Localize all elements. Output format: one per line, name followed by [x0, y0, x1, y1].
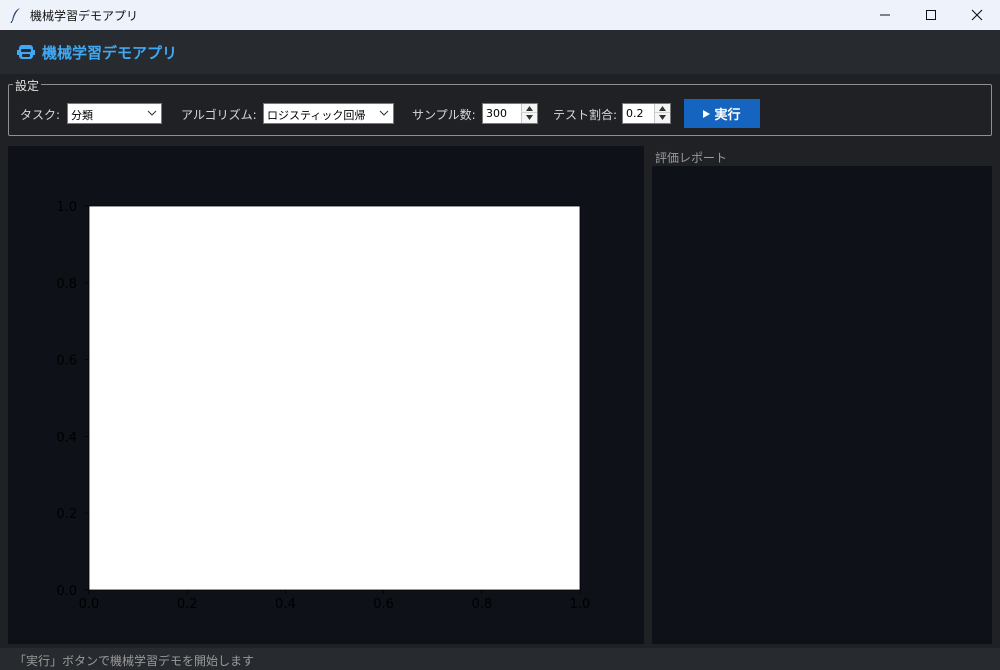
x-tick-label: 0.8 [471, 597, 492, 612]
y-tick-label: 0.0 [56, 584, 77, 599]
close-button[interactable] [954, 0, 1000, 30]
maximize-button[interactable] [908, 0, 954, 30]
app-header: 機械学習デモアプリ [0, 30, 1000, 74]
task-select[interactable]: 分類 [67, 103, 162, 124]
algorithm-select[interactable]: ロジスティック回帰 [263, 103, 394, 124]
algorithm-label: アルゴリズム: [181, 108, 257, 122]
report-label: 評価レポート [655, 151, 728, 165]
x-tick-label: 0.0 [79, 597, 100, 612]
caret-down-icon [659, 115, 666, 120]
plot-area [88, 205, 581, 591]
chevron-down-icon [147, 110, 157, 116]
run-button[interactable]: 実行 [684, 99, 760, 128]
minimize-button[interactable] [862, 0, 908, 30]
y-tick-label: 0.2 [56, 507, 77, 522]
run-button-label: 実行 [714, 108, 741, 123]
caret-up-icon [526, 105, 533, 111]
chart-canvas: 0.0 0.2 0.4 0.6 0.8 1.0 0.0 0.2 0.4 0.6 0.8 1.0 [56, 200, 591, 612]
test-ratio-value: 0.2 [626, 107, 644, 120]
y-tick-label: 1.0 [56, 200, 77, 215]
feather-icon [10, 8, 20, 23]
test-ratio-spinbox[interactable]: 0.2 [622, 103, 671, 124]
task-select-value: 分類 [71, 109, 93, 122]
robot-icon [17, 45, 35, 59]
samples-label: サンプル数: [412, 108, 476, 122]
chevron-down-icon [379, 110, 389, 116]
test-ratio-increment-button[interactable] [655, 104, 670, 113]
y-tick-label: 0.4 [56, 430, 77, 445]
status-bar: 「実行」ボタンで機械学習デモを開始します [0, 648, 1000, 670]
caret-down-icon [526, 115, 533, 120]
settings-legend: 設定 [13, 77, 42, 94]
minimize-icon [880, 14, 890, 16]
x-tick-label: 0.2 [177, 597, 198, 612]
close-icon [971, 9, 983, 21]
test-ratio-label: テスト割合: [553, 108, 618, 122]
window-title: 機械学習デモアプリ [30, 9, 139, 23]
status-text: 「実行」ボタンで機械学習デモを開始します [14, 654, 255, 668]
report-textarea[interactable] [652, 166, 992, 644]
samples-decrement-button[interactable] [522, 113, 537, 122]
plot-panel: 0.0 0.2 0.4 0.6 0.8 1.0 0.0 0.2 0.4 0.6 0.8 1.0 [8, 146, 644, 644]
play-icon [703, 109, 711, 118]
maximize-icon [926, 10, 936, 20]
samples-spinbox[interactable]: 300 [482, 103, 538, 124]
y-tick-label: 0.6 [56, 354, 77, 369]
window-titlebar: 機械学習デモアプリ [0, 0, 1000, 30]
samples-value: 300 [486, 107, 507, 120]
samples-stepper[interactable] [521, 104, 537, 123]
task-label: タスク: [20, 108, 61, 122]
x-tick-label: 1.0 [570, 597, 591, 612]
x-tick-label: 0.6 [373, 597, 394, 612]
y-tick-label: 0.8 [56, 277, 77, 292]
caret-up-icon [659, 105, 666, 111]
x-tick-label: 0.4 [275, 597, 296, 612]
test-ratio-decrement-button[interactable] [655, 113, 670, 122]
app-heading: 機械学習デモアプリ [42, 44, 178, 62]
samples-increment-button[interactable] [522, 104, 537, 113]
test-ratio-stepper[interactable] [654, 104, 670, 123]
algorithm-select-value: ロジスティック回帰 [267, 109, 366, 122]
